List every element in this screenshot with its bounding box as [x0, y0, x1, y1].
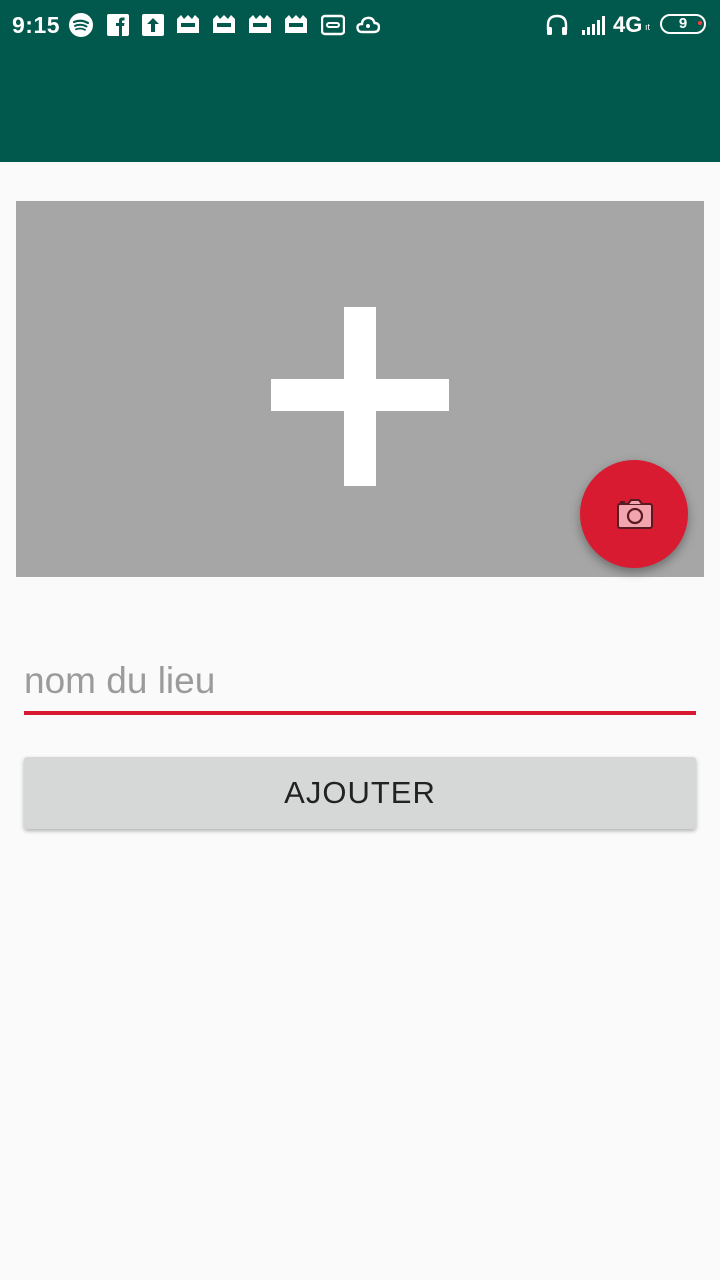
app-icon	[248, 13, 272, 37]
battery-level: 9	[678, 15, 688, 32]
cloud-icon	[356, 13, 380, 37]
status-time: 9:15	[12, 12, 61, 38]
battery-dot	[698, 21, 702, 25]
app-icon	[212, 13, 236, 37]
input-underline	[24, 711, 696, 715]
network-type: 4G	[613, 12, 643, 37]
headphones-icon	[545, 13, 569, 37]
voicemail-icon	[321, 13, 345, 37]
upload-icon	[141, 13, 165, 37]
battery-icon: 9	[660, 14, 706, 34]
place-name-input[interactable]	[24, 655, 696, 707]
app-icon	[176, 13, 200, 37]
app-toolbar	[0, 50, 720, 162]
app-icon	[284, 13, 308, 37]
plus-icon-bar	[271, 379, 449, 411]
facebook-icon	[106, 13, 130, 37]
add-button[interactable]: AJOUTER	[24, 757, 696, 829]
spotify-icon	[69, 13, 93, 37]
network-activity: ıt	[645, 22, 651, 32]
signal-icon	[581, 13, 611, 37]
status-bar: 9:15 4G ıt 9	[0, 0, 720, 50]
camera-icon	[617, 499, 653, 529]
camera-button[interactable]	[580, 460, 688, 568]
